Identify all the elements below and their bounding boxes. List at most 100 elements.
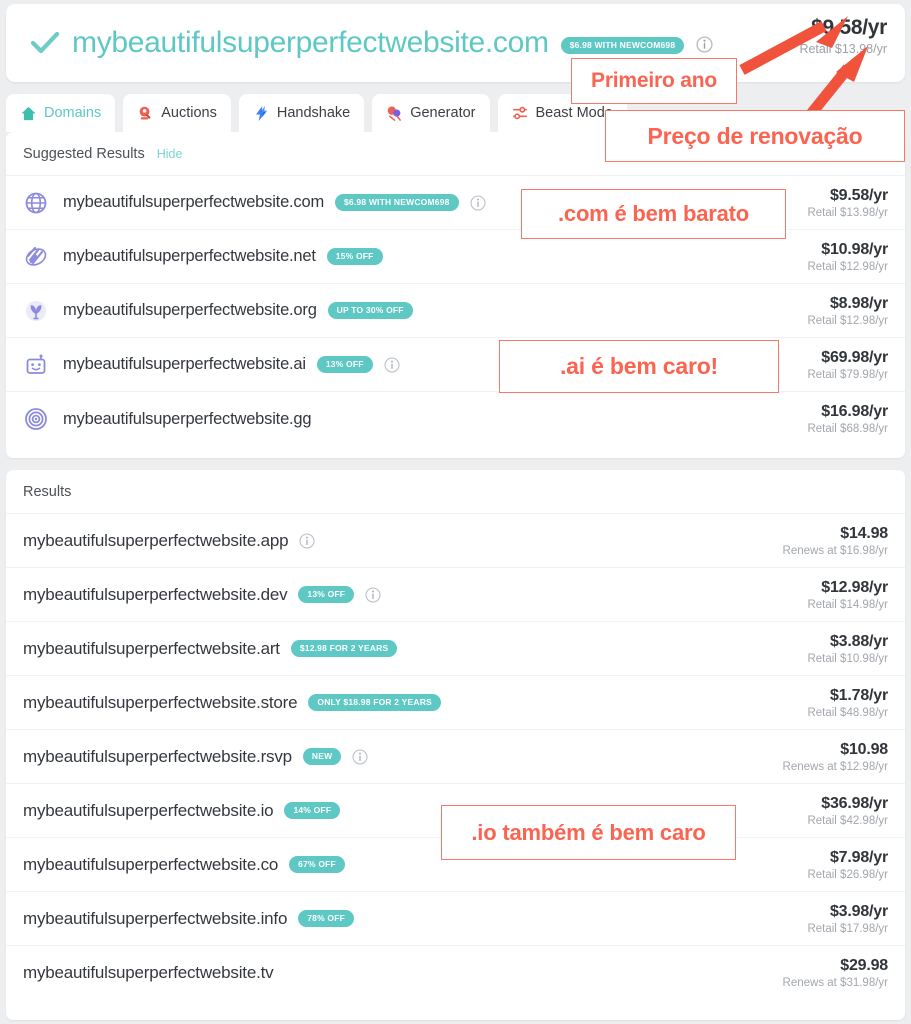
magic-icon <box>387 106 402 121</box>
price-block: $3.88/yr Retail $10.98/yr <box>807 633 888 665</box>
price-block: $7.98/yr Retail $26.98/yr <box>807 849 888 881</box>
price-note: Retail $10.98/yr <box>807 652 888 665</box>
promo-badge: 15% OFF <box>326 248 383 265</box>
robot-icon <box>23 352 49 378</box>
price: $10.98/yr <box>821 240 888 258</box>
suggested-result-row[interactable]: mybeautifulsuperperfectwebsite.org UP TO… <box>6 284 905 338</box>
result-row[interactable]: mybeautifulsuperperfectwebsite.art $12.9… <box>6 622 905 676</box>
price-block: $29.98 Renews at $31.98/yr <box>782 957 889 989</box>
price-note: Retail $48.98/yr <box>807 706 888 719</box>
annotation-callout: Preço de renovação <box>605 110 905 162</box>
annotation-callout: Primeiro ano <box>571 58 737 104</box>
info-icon[interactable] <box>352 748 368 765</box>
result-row[interactable]: mybeautifulsuperperfectwebsite.tv $29.98… <box>6 946 905 1000</box>
promo-badge: 78% OFF <box>298 910 354 927</box>
header-promo-badge: $6.98 WITH NEWCOM698 <box>560 36 685 54</box>
domain-name: mybeautifulsuperperfectwebsite.dev <box>23 584 288 604</box>
price-note: Retail $26.98/yr <box>807 868 888 881</box>
domain-name: mybeautifulsuperperfectwebsite.org <box>63 301 317 319</box>
price-block: $8.98/yr Retail $12.98/yr <box>807 295 888 327</box>
price-block: $16.98/yr Retail $68.98/yr <box>807 403 888 435</box>
tab-label: Beast Mode <box>535 105 613 121</box>
price-block: $14.98 Renews at $16.98/yr <box>782 524 889 557</box>
info-icon[interactable] <box>365 586 381 603</box>
bolt-icon <box>255 105 268 121</box>
price-note: Retail $14.98/yr <box>807 598 888 611</box>
header-domain-name: mybeautifulsuperperfectwebsite.com <box>72 26 549 59</box>
domain-name: mybeautifulsuperperfectwebsite.store <box>23 692 298 712</box>
price-note: Retail $42.98/yr <box>807 814 888 827</box>
price-note: Renews at $31.98/yr <box>782 977 888 989</box>
results-title: Results <box>23 483 72 500</box>
promo-badge: 13% OFF <box>316 356 373 373</box>
price-block: $12.98/yr Retail $14.98/yr <box>807 579 888 611</box>
price-note: Retail $12.98/yr <box>807 314 888 327</box>
hide-suggested-link[interactable]: Hide <box>157 147 183 161</box>
promo-badge: 13% OFF <box>298 586 355 603</box>
annotation-callout: .ai é bem caro! <box>499 340 779 393</box>
result-row[interactable]: mybeautifulsuperperfectwebsite.store ONL… <box>6 676 905 730</box>
price: $3.98/yr <box>829 902 888 920</box>
promo-badge: 67% OFF <box>289 856 345 873</box>
price-block: $69.98/yr Retail $79.98/yr <box>807 349 888 381</box>
tab-label: Handshake <box>276 105 351 121</box>
price: $69.98/yr <box>821 348 888 366</box>
info-icon[interactable] <box>696 36 713 53</box>
domain-name: mybeautifulsuperperfectwebsite.app <box>23 530 289 550</box>
domain-search-page: mybeautifulsuperperfectwebsite.com $6.98… <box>0 0 911 1024</box>
info-icon[interactable] <box>470 194 486 211</box>
result-row[interactable]: mybeautifulsuperperfectwebsite.app $14.9… <box>6 514 905 568</box>
price: $9.58/yr <box>829 186 888 204</box>
sliders-icon <box>512 106 527 119</box>
suggested-title: Suggested Results <box>23 145 145 162</box>
tab-label: Generator <box>410 105 476 121</box>
result-row[interactable]: mybeautifulsuperperfectwebsite.rsvp NEW … <box>6 730 905 784</box>
promo-badge: $12.98 FOR 2 YEARS <box>290 640 398 657</box>
price-block: $3.98/yr Retail $17.98/yr <box>807 903 888 935</box>
results-card: Results mybeautifulsuperperfectwebsite.a… <box>6 470 905 1020</box>
domain-name: mybeautifulsuperperfectwebsite.rsvp <box>23 746 292 766</box>
price: $1.78/yr <box>829 686 888 704</box>
tab-handshake[interactable]: Handshake <box>238 94 365 132</box>
price: $12.98/yr <box>821 578 888 596</box>
home-icon <box>21 106 36 120</box>
domain-name: mybeautifulsuperperfectwebsite.co <box>23 854 279 874</box>
domain-name: mybeautifulsuperperfectwebsite.gg <box>63 409 312 428</box>
promo-badge: NEW <box>302 748 342 765</box>
domain-name: mybeautifulsuperperfectwebsite.com <box>63 193 324 211</box>
globe-icon <box>23 190 49 216</box>
annotation-callout: .io também é bem caro <box>441 805 736 860</box>
price-note: Retail $13.98/yr <box>807 206 888 219</box>
result-row[interactable]: mybeautifulsuperperfectwebsite.dev 13% O… <box>6 568 905 622</box>
domain-name: mybeautifulsuperperfectwebsite.tv <box>23 963 274 982</box>
domain-name: mybeautifulsuperperfectwebsite.ai <box>63 355 306 373</box>
price: $7.98/yr <box>829 848 888 866</box>
domain-name: mybeautifulsuperperfectwebsite.net <box>63 247 316 265</box>
promo-badge: 14% OFF <box>284 802 341 819</box>
price-note: Retail $79.98/yr <box>807 368 888 381</box>
domain-name: mybeautifulsuperperfectwebsite.art <box>23 638 280 658</box>
tab-generator[interactable]: Generator <box>372 94 490 132</box>
tab-auctions[interactable]: Auctions <box>123 94 231 132</box>
price-block: $36.98/yr Retail $42.98/yr <box>807 795 888 827</box>
results-section-header: Results <box>6 470 905 514</box>
promo-badge: ONLY $18.98 FOR 2 YEARS <box>308 694 441 711</box>
price-block: $1.78/yr Retail $48.98/yr <box>807 687 888 719</box>
info-icon[interactable] <box>384 356 400 373</box>
price-note: Retail $12.98/yr <box>807 260 888 273</box>
domain-name: mybeautifulsuperperfectwebsite.info <box>23 908 288 928</box>
tab-domains[interactable]: Domains <box>6 94 116 132</box>
price-note: Renews at $12.98/yr <box>782 760 888 773</box>
price: $29.98 <box>840 957 888 974</box>
result-row[interactable]: mybeautifulsuperperfectwebsite.info 78% … <box>6 892 905 946</box>
price: $14.98 <box>840 524 888 542</box>
promo-badge: UP TO 30% OFF <box>327 302 413 319</box>
suggested-result-row[interactable]: mybeautifulsuperperfectwebsite.gg $16.98… <box>6 392 905 446</box>
price: $3.88/yr <box>829 632 888 650</box>
price-note: Retail $68.98/yr <box>807 423 888 435</box>
price-note: Renews at $16.98/yr <box>782 544 888 557</box>
stripes-icon <box>23 244 49 270</box>
price-block: $10.98/yr Retail $12.98/yr <box>807 241 888 273</box>
info-icon[interactable] <box>299 532 315 549</box>
promo-badge: $6.98 WITH NEWCOM698 <box>335 194 459 211</box>
